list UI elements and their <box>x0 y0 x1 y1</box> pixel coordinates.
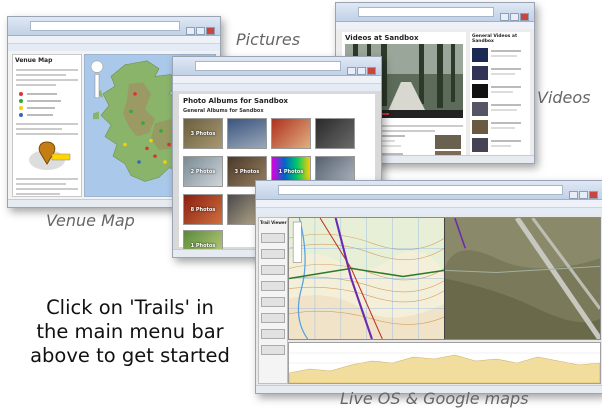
video-side-panel: General Videos at Sandbox <box>470 32 530 156</box>
venue-legend <box>19 92 61 117</box>
album-thumb <box>315 118 355 149</box>
album-thumb <box>271 118 311 149</box>
browser-menubar <box>173 76 381 84</box>
albums-subtitle: General Albums for Sandbox <box>183 108 264 114</box>
albums-title: Photo Albums for Sandbox <box>183 97 289 105</box>
address-bar <box>278 185 563 195</box>
os-google-map <box>288 217 601 340</box>
videos-caption: Videos <box>537 88 591 107</box>
album-thumb: 2 Photos <box>183 156 223 187</box>
browser-titlebar <box>8 17 220 36</box>
get-started-instructions: Click on 'Trails' in the main menu bar a… <box>4 296 256 368</box>
browser-menubar <box>8 36 220 44</box>
album-thumb: 8 Photos <box>183 194 223 225</box>
window-controls <box>346 60 378 75</box>
browser-titlebar <box>173 57 381 76</box>
window-controls <box>499 6 531 21</box>
instruction-line: the main menu bar <box>36 320 224 343</box>
venue-map-panel-title: Venue Map <box>15 57 53 64</box>
instruction-line: Click on 'Trails' in <box>46 296 214 319</box>
window-controls <box>568 184 600 199</box>
live-maps-content: Trail Viewer <box>256 215 602 386</box>
browser-menubar <box>256 200 602 208</box>
pictures-caption: Pictures <box>236 30 301 49</box>
album-thumb <box>227 118 267 149</box>
address-bar <box>195 61 341 71</box>
elevation-profile <box>288 342 601 384</box>
trail-viewer-title: Trail Viewer <box>260 220 287 225</box>
address-bar <box>358 7 494 17</box>
album-thumb: 3 Photos <box>183 118 223 149</box>
trail-viewer-sidebar: Trail Viewer <box>258 217 288 384</box>
address-bar <box>30 21 180 31</box>
live-maps-screenshot: Trail Viewer <box>255 180 602 394</box>
videos-side-title: General Videos at Sandbox <box>472 34 518 44</box>
venue-marker-illustration <box>29 141 71 170</box>
live-maps-caption: Live OS & Google maps <box>340 389 529 408</box>
video-thumbs <box>472 48 521 152</box>
browser-titlebar <box>256 181 602 200</box>
venue-map-sidepanel: Venue Map <box>12 54 82 207</box>
window-controls <box>185 20 217 35</box>
venue-map-caption: Venue Map <box>46 211 135 230</box>
browser-titlebar <box>336 3 534 22</box>
videos-title: Videos at Sandbox <box>345 34 419 42</box>
instruction-line: above to get started <box>30 344 230 367</box>
